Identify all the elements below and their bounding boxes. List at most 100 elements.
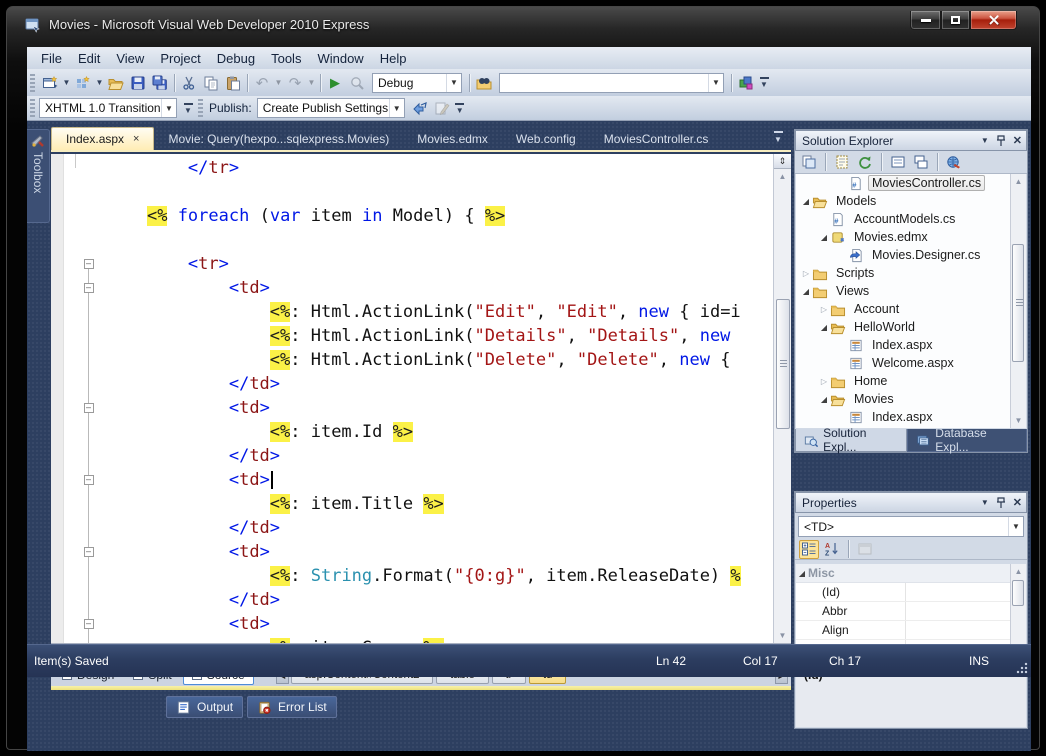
window-position-menu-icon[interactable]: ▼ bbox=[981, 136, 989, 145]
show-all-files-button[interactable] bbox=[832, 153, 852, 172]
tree-scrollbar[interactable]: ▲ ▼ bbox=[1010, 174, 1026, 428]
editor-splitter-handle[interactable]: ⇕ bbox=[774, 154, 791, 169]
tab-close-icon[interactable]: × bbox=[133, 133, 139, 145]
tab-error-list[interactable]: Error List bbox=[247, 696, 337, 718]
property-row[interactable]: Align bbox=[796, 621, 1026, 640]
start-debugging-button[interactable]: ▶ bbox=[324, 72, 346, 94]
publish-profile-combo[interactable]: Create Publish Settings ▼ bbox=[257, 98, 405, 118]
toolbar-overflow-button[interactable]: ▼ bbox=[181, 103, 195, 114]
menu-tools[interactable]: Tools bbox=[263, 49, 309, 68]
tree-item[interactable]: ◢Models bbox=[796, 192, 1026, 210]
fold-collapse-box[interactable]: – bbox=[84, 619, 94, 629]
scroll-down-button[interactable]: ▼ bbox=[774, 628, 791, 643]
menu-view[interactable]: View bbox=[108, 49, 152, 68]
doc-tab[interactable]: MoviesController.cs bbox=[590, 127, 723, 150]
tree-item[interactable]: ▷Scripts bbox=[796, 264, 1026, 282]
expanded-arrow-icon[interactable]: ◢ bbox=[818, 395, 830, 404]
collapsed-arrow-icon[interactable]: ▷ bbox=[818, 377, 830, 386]
undo-dropdown[interactable]: ▼ bbox=[273, 78, 284, 87]
add-new-item-button[interactable] bbox=[72, 72, 94, 94]
code-text[interactable]: </tr> <% foreach (var item in Model) { %… bbox=[106, 156, 773, 643]
redo-button[interactable]: ↷ bbox=[284, 72, 306, 94]
save-button[interactable] bbox=[127, 72, 149, 94]
find-in-files-button[interactable] bbox=[473, 72, 495, 94]
tab-output[interactable]: Output bbox=[166, 696, 243, 718]
toolbar-grip[interactable] bbox=[30, 99, 35, 117]
tree-item[interactable]: ◢Views bbox=[796, 282, 1026, 300]
aspnet-configuration-button[interactable] bbox=[944, 153, 964, 172]
property-row[interactable]: Abbr bbox=[796, 602, 1026, 621]
expanded-arrow-icon[interactable]: ◢ bbox=[818, 233, 830, 242]
pin-icon[interactable] bbox=[996, 497, 1006, 509]
tab-database-explorer[interactable]: Database Expl... bbox=[907, 429, 1027, 452]
menu-project[interactable]: Project bbox=[152, 49, 208, 68]
new-website-dropdown[interactable]: ▼ bbox=[61, 78, 72, 87]
collapsed-arrow-icon[interactable]: ▷ bbox=[800, 269, 812, 278]
find-combo[interactable]: ▼ bbox=[499, 73, 724, 93]
expanded-arrow-icon[interactable]: ◢ bbox=[818, 323, 830, 332]
undo-button[interactable]: ↶ bbox=[251, 72, 273, 94]
vertical-scrollbar-thumb[interactable] bbox=[776, 299, 790, 429]
solution-explorer-titlebar[interactable]: Solution Explorer ▼ ✕ bbox=[795, 130, 1027, 151]
maximize-button[interactable] bbox=[941, 11, 970, 30]
property-value[interactable] bbox=[906, 602, 1026, 620]
toolbar-grip[interactable] bbox=[30, 74, 35, 92]
tree-item[interactable]: AccountModels.cs bbox=[796, 210, 1026, 228]
collapse-all-button[interactable] bbox=[888, 153, 908, 172]
doc-tab[interactable]: Index.aspx× bbox=[51, 127, 154, 150]
fold-collapse-box[interactable]: – bbox=[84, 547, 94, 557]
toolbox-tab[interactable]: Toolbox bbox=[27, 129, 50, 223]
target-schema-combo[interactable]: XHTML 1.0 Transition ▼ bbox=[39, 98, 177, 118]
refresh-button[interactable] bbox=[855, 153, 875, 172]
tree-item[interactable]: MoviesController.cs bbox=[796, 174, 1026, 192]
toolbar-grip[interactable] bbox=[198, 99, 203, 117]
menu-file[interactable]: File bbox=[33, 49, 70, 68]
edit-publish-settings-button[interactable] bbox=[431, 97, 453, 119]
save-all-button[interactable] bbox=[149, 72, 171, 94]
redo-dropdown[interactable]: ▼ bbox=[306, 78, 317, 87]
paste-button[interactable] bbox=[222, 72, 244, 94]
tree-item[interactable]: Movies.Designer.cs bbox=[796, 246, 1026, 264]
tree-item[interactable]: Welcome.aspx bbox=[796, 354, 1026, 372]
view-class-diagram-button[interactable] bbox=[911, 153, 931, 172]
code-editor[interactable]: –––––– </tr> <% foreach (var item in Mod… bbox=[51, 154, 791, 643]
title-bar[interactable]: Movies - Microsoft Visual Web Developer … bbox=[7, 11, 1039, 39]
close-icon[interactable]: ✕ bbox=[1013, 496, 1022, 509]
menu-edit[interactable]: Edit bbox=[70, 49, 108, 68]
add-new-item-dropdown[interactable]: ▼ bbox=[94, 78, 105, 87]
tree-item[interactable]: ◢Movies bbox=[796, 390, 1026, 408]
tree-item[interactable]: ◢HelloWorld bbox=[796, 318, 1026, 336]
open-file-button[interactable] bbox=[105, 72, 127, 94]
doc-tab[interactable]: Movies.edmx bbox=[403, 127, 502, 150]
tree-item[interactable]: ◢Movies.edmx bbox=[796, 228, 1026, 246]
fold-collapse-box[interactable]: – bbox=[84, 475, 94, 485]
minimize-button[interactable] bbox=[910, 11, 941, 30]
selected-object-combo[interactable]: <TD> ▼ bbox=[798, 516, 1024, 537]
collapsed-arrow-icon[interactable]: ▷ bbox=[818, 305, 830, 314]
scroll-up-button[interactable]: ▲ bbox=[774, 169, 791, 184]
tab-solution-explorer[interactable]: Solution Expl... bbox=[795, 429, 907, 452]
chevron-down-icon[interactable]: ▼ bbox=[708, 74, 723, 92]
menu-window[interactable]: Window bbox=[309, 49, 371, 68]
chevron-down-icon[interactable]: ▼ bbox=[1008, 517, 1023, 536]
property-value[interactable] bbox=[906, 621, 1026, 639]
category-row[interactable]: ◢ Misc bbox=[796, 564, 1026, 583]
solution-configurations-combo[interactable]: Debug ▼ bbox=[372, 73, 462, 93]
chevron-down-icon[interactable]: ▼ bbox=[446, 74, 461, 92]
chevron-down-icon[interactable]: ▼ bbox=[389, 99, 404, 117]
property-row[interactable]: (Id) bbox=[796, 583, 1026, 602]
tree-item[interactable]: ▷Account bbox=[796, 300, 1026, 318]
tree-item[interactable]: Index.aspx bbox=[796, 336, 1026, 354]
scroll-up-button[interactable]: ▲ bbox=[1011, 564, 1026, 579]
tree-item[interactable]: Index.aspx bbox=[796, 408, 1026, 426]
chevron-down-icon[interactable]: ▼ bbox=[161, 99, 176, 117]
expanded-arrow-icon[interactable]: ◢ bbox=[800, 197, 812, 206]
extension-manager-button[interactable] bbox=[735, 72, 757, 94]
close-icon[interactable]: ✕ bbox=[1013, 134, 1022, 147]
cut-button[interactable] bbox=[178, 72, 200, 94]
tree-item[interactable]: ▷Home bbox=[796, 372, 1026, 390]
vertical-scrollbar[interactable]: ⇕ ▲ ▼ bbox=[773, 154, 791, 643]
property-pages-button[interactable] bbox=[855, 540, 875, 559]
property-value[interactable] bbox=[906, 583, 1026, 601]
tab-list-dropdown[interactable]: ▼ bbox=[774, 131, 791, 150]
